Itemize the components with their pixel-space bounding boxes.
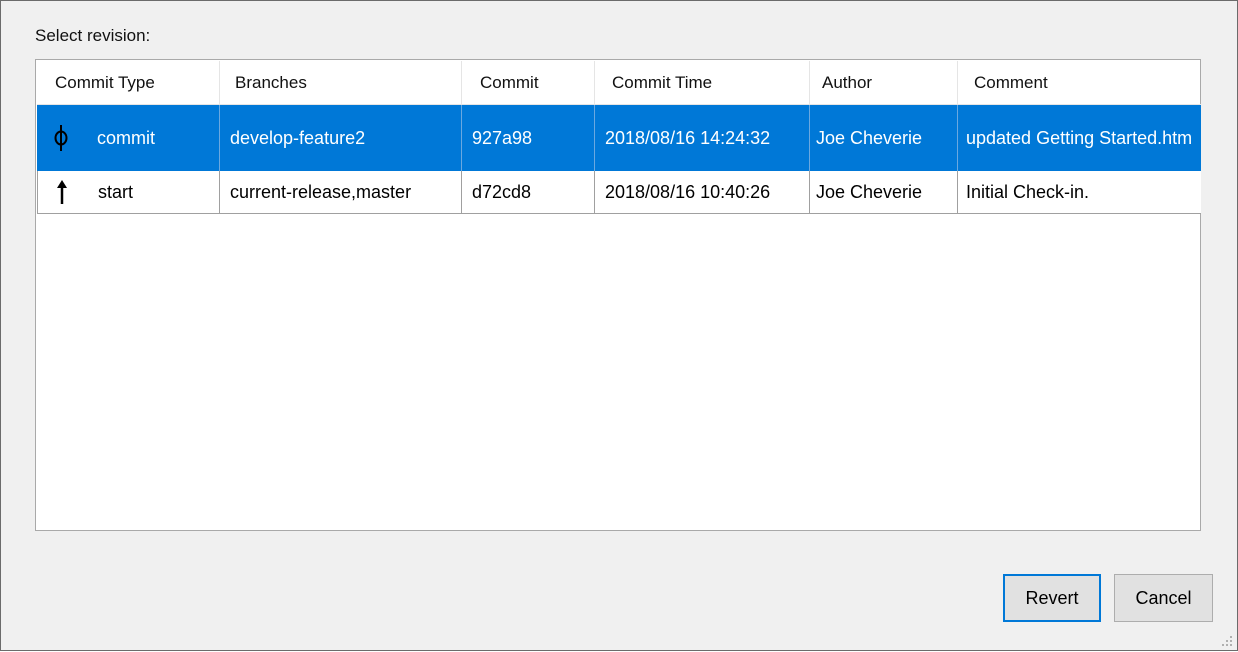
revert-button[interactable]: Revert bbox=[1003, 574, 1101, 622]
author-cell: Joe Cheverie bbox=[810, 171, 958, 213]
commit-cell: d72cd8 bbox=[462, 171, 595, 213]
commit-icon bbox=[49, 125, 73, 151]
comment-cell: Initial Check-in. bbox=[966, 181, 1090, 202]
commit-type-cell: commit bbox=[37, 105, 220, 171]
column-header-commit[interactable]: Commit bbox=[462, 61, 595, 104]
column-header-author[interactable]: Author bbox=[810, 61, 958, 104]
comment-text: updated Getting Started.htm bbox=[966, 128, 1193, 148]
column-header-commit-time[interactable]: Commit Time bbox=[595, 61, 810, 104]
arrow-up-icon bbox=[50, 180, 74, 204]
branches-cell: develop-feature2 bbox=[220, 105, 462, 171]
table-row[interactable]: start current-release,master d72cd8 2018… bbox=[37, 171, 1201, 214]
branches-cell: current-release,master bbox=[220, 171, 462, 213]
commit-time-cell: 2018/08/16 10:40:26 bbox=[595, 171, 810, 213]
column-header-comment[interactable]: Comment bbox=[958, 61, 1201, 104]
revert-dialog: Select revision: Commit Type Branches Co… bbox=[0, 0, 1238, 651]
commit-type-cell: start bbox=[37, 171, 220, 213]
comment-cell: updated Getting Started.htm bbox=[958, 105, 1201, 171]
select-revision-label: Select revision: bbox=[35, 26, 151, 45]
column-header-branches[interactable]: Branches bbox=[220, 61, 462, 104]
commit-type-label: commit bbox=[97, 127, 155, 148]
table-row[interactable]: commit develop-feature2 927a98 2018/08/1… bbox=[37, 105, 1201, 171]
cancel-button[interactable]: Cancel bbox=[1114, 574, 1213, 622]
commit-type-label: start bbox=[98, 181, 134, 202]
commit-cell: 927a98 bbox=[462, 105, 595, 171]
author-cell: Joe Cheverie bbox=[810, 105, 958, 171]
list-header: Commit Type Branches Commit Commit Time … bbox=[37, 61, 1201, 105]
resize-grip-icon[interactable] bbox=[1221, 634, 1233, 646]
column-header-commit-type[interactable]: Commit Type bbox=[37, 61, 220, 104]
commit-time-cell: 2018/08/16 14:24:32 bbox=[595, 105, 810, 171]
revision-list[interactable]: Commit Type Branches Commit Commit Time … bbox=[35, 59, 1201, 531]
